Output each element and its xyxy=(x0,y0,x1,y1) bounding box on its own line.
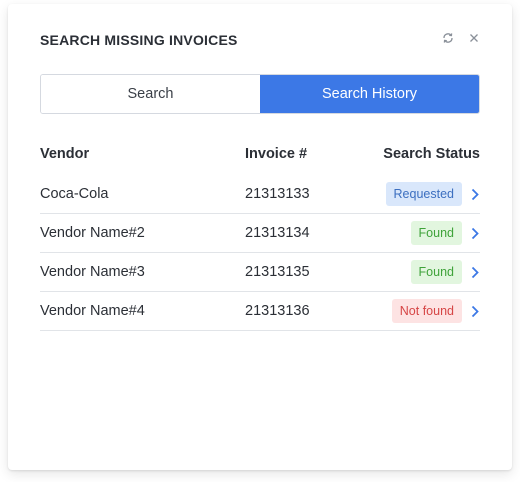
header-vendor: Vendor xyxy=(40,146,90,162)
invoice-cell: 21313135 xyxy=(245,264,310,280)
dialog-title: SEARCH MISSING INVOICES xyxy=(40,32,238,48)
tab-bar: Search Search History xyxy=(40,74,480,114)
status-cell: Not found xyxy=(375,299,480,323)
chevron-right-icon[interactable] xyxy=(470,265,480,279)
tab-search-history[interactable]: Search History xyxy=(260,75,479,113)
status-cell: Found xyxy=(375,260,480,284)
status-cell: Requested xyxy=(375,182,480,206)
table-row[interactable]: Coca-Cola 21313133 Requested xyxy=(40,175,480,214)
status-badge: Found xyxy=(410,221,462,245)
tab-search[interactable]: Search xyxy=(41,75,260,113)
vendor-cell: Vendor Name#2 xyxy=(40,225,145,241)
invoice-cell: 21313136 xyxy=(245,303,310,319)
status-badge: Requested xyxy=(385,182,462,206)
vendor-cell: Vendor Name#3 xyxy=(40,264,145,280)
invoice-cell: 21313134 xyxy=(245,225,310,241)
vendor-cell: Coca-Cola xyxy=(40,186,109,202)
status-cell: Found xyxy=(375,221,480,245)
chevron-right-icon[interactable] xyxy=(470,226,480,240)
table-row[interactable]: Vendor Name#2 21313134 Found xyxy=(40,214,480,253)
header-search-status: Search Status xyxy=(375,146,480,162)
status-badge: Found xyxy=(410,260,462,284)
chevron-right-icon[interactable] xyxy=(470,187,480,201)
refresh-icon[interactable] xyxy=(440,30,456,46)
header-search-status-label: Search Status xyxy=(383,146,480,162)
header-invoice: Invoice # xyxy=(245,146,308,162)
chevron-right-icon[interactable] xyxy=(470,304,480,318)
table-row[interactable]: Vendor Name#3 21313135 Found xyxy=(40,253,480,292)
search-history-table: Vendor Invoice # Search Status Coca-Cola… xyxy=(40,140,480,331)
table-row[interactable]: Vendor Name#4 21313136 Not found xyxy=(40,292,480,331)
table-header: Vendor Invoice # Search Status xyxy=(40,140,480,168)
invoice-cell: 21313133 xyxy=(245,186,310,202)
close-icon[interactable] xyxy=(466,30,482,46)
status-badge: Not found xyxy=(391,299,462,323)
missing-invoices-dialog: SEARCH MISSING INVOICES Search Search Hi… xyxy=(8,4,512,470)
vendor-cell: Vendor Name#4 xyxy=(40,303,145,319)
